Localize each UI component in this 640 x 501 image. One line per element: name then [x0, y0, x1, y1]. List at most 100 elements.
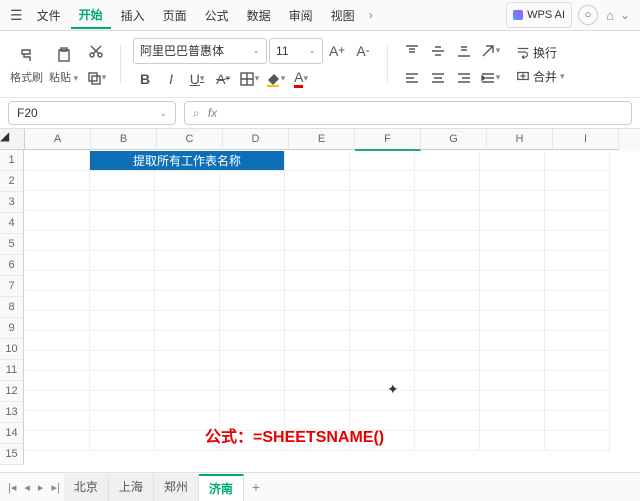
cell[interactable] [415, 331, 480, 351]
cell[interactable] [480, 371, 545, 391]
cell[interactable] [25, 271, 90, 291]
col-header-B[interactable]: B [91, 129, 157, 150]
decrease-font-icon[interactable]: A- [351, 39, 375, 63]
font-color-icon[interactable]: A▾ [289, 67, 313, 91]
cell[interactable] [415, 411, 480, 431]
tab-page[interactable]: 页面 [155, 3, 195, 28]
row-header-5[interactable]: 5 [0, 234, 24, 255]
cell[interactable] [545, 311, 610, 331]
italic-icon[interactable]: I [159, 67, 183, 91]
cell[interactable] [350, 431, 415, 451]
cell[interactable] [285, 371, 350, 391]
cell[interactable] [220, 191, 285, 211]
tab-nav-next-icon[interactable]: ▸ [34, 479, 48, 496]
cell[interactable] [545, 351, 610, 371]
cell[interactable] [25, 331, 90, 351]
row-header-9[interactable]: 9 [0, 318, 24, 339]
row-header-10[interactable]: 10 [0, 339, 24, 360]
cell[interactable] [415, 231, 480, 251]
cell[interactable] [285, 251, 350, 271]
cell[interactable] [480, 231, 545, 251]
row-header-3[interactable]: 3 [0, 192, 24, 213]
row-header-12[interactable]: 12 [0, 381, 24, 402]
cell[interactable] [220, 271, 285, 291]
cell[interactable] [285, 191, 350, 211]
cell[interactable] [220, 371, 285, 391]
cell[interactable] [350, 351, 415, 371]
cell[interactable] [220, 231, 285, 251]
cell[interactable] [480, 191, 545, 211]
cell[interactable] [25, 391, 90, 411]
cell[interactable] [480, 431, 545, 451]
row-header-8[interactable]: 8 [0, 297, 24, 318]
cell[interactable] [155, 291, 220, 311]
cell[interactable] [90, 211, 155, 231]
font-size-select[interactable]: 11 ⌄ [269, 38, 323, 64]
cell[interactable] [350, 231, 415, 251]
cell[interactable] [545, 191, 610, 211]
row-header-14[interactable]: 14 [0, 423, 24, 444]
cell[interactable] [350, 171, 415, 191]
cell[interactable] [480, 211, 545, 231]
tab-insert[interactable]: 插入 [113, 3, 153, 28]
strikethrough-icon[interactable]: A▾ [211, 67, 235, 91]
cell[interactable] [155, 251, 220, 271]
cell[interactable] [545, 411, 610, 431]
cell[interactable] [480, 411, 545, 431]
cell[interactable] [350, 271, 415, 291]
row-header-13[interactable]: 13 [0, 402, 24, 423]
wps-ai-button[interactable]: WPS AI [506, 2, 572, 28]
cell[interactable] [545, 431, 610, 451]
cell[interactable] [350, 411, 415, 431]
formula-input[interactable]: ⌕ fx [184, 101, 632, 125]
cell[interactable] [90, 191, 155, 211]
cell[interactable] [415, 211, 480, 231]
cell[interactable] [545, 171, 610, 191]
cell[interactable] [415, 171, 480, 191]
sheet-tab-0[interactable]: 北京 [64, 474, 109, 501]
cell[interactable] [155, 311, 220, 331]
cell[interactable] [220, 331, 285, 351]
col-header-C[interactable]: C [157, 129, 223, 150]
col-header-D[interactable]: D [223, 129, 289, 150]
cell[interactable] [90, 311, 155, 331]
name-box[interactable]: F20 ⌄ [8, 101, 176, 125]
cell[interactable] [415, 251, 480, 271]
cell[interactable] [545, 331, 610, 351]
row-header-15[interactable]: 15 [0, 444, 24, 465]
cell[interactable] [415, 391, 480, 411]
cell[interactable] [25, 151, 90, 171]
cell[interactable] [90, 251, 155, 271]
sheet-tab-2[interactable]: 郑州 [154, 474, 199, 501]
cell[interactable] [415, 311, 480, 331]
cell[interactable] [155, 191, 220, 211]
col-header-H[interactable]: H [487, 129, 553, 150]
cell[interactable] [545, 211, 610, 231]
row-header-1[interactable]: 1 [0, 150, 24, 171]
cell[interactable] [155, 391, 220, 411]
cell[interactable] [350, 311, 415, 331]
cell[interactable] [155, 371, 220, 391]
align-middle-icon[interactable] [426, 39, 450, 63]
cell[interactable] [285, 291, 350, 311]
merge-cells-button[interactable]: 合并▾ [512, 66, 569, 87]
cell[interactable] [415, 291, 480, 311]
cell[interactable] [285, 431, 350, 451]
paste-group[interactable]: 粘贴 ▾ [49, 43, 78, 85]
bold-icon[interactable]: B [133, 67, 157, 91]
cell[interactable] [545, 291, 610, 311]
cell[interactable] [25, 311, 90, 331]
cell[interactable] [90, 291, 155, 311]
cell[interactable] [90, 331, 155, 351]
row-header-7[interactable]: 7 [0, 276, 24, 297]
cell[interactable] [155, 231, 220, 251]
format-painter-group[interactable]: 格式刷 [10, 43, 43, 85]
cell[interactable] [90, 371, 155, 391]
align-right-icon[interactable] [452, 66, 476, 90]
cell[interactable] [25, 431, 90, 451]
cell[interactable] [90, 351, 155, 371]
tab-data[interactable]: 数据 [239, 3, 279, 28]
cell[interactable] [155, 171, 220, 191]
copy-icon[interactable]: ▾ [84, 66, 108, 90]
cell[interactable] [415, 371, 480, 391]
